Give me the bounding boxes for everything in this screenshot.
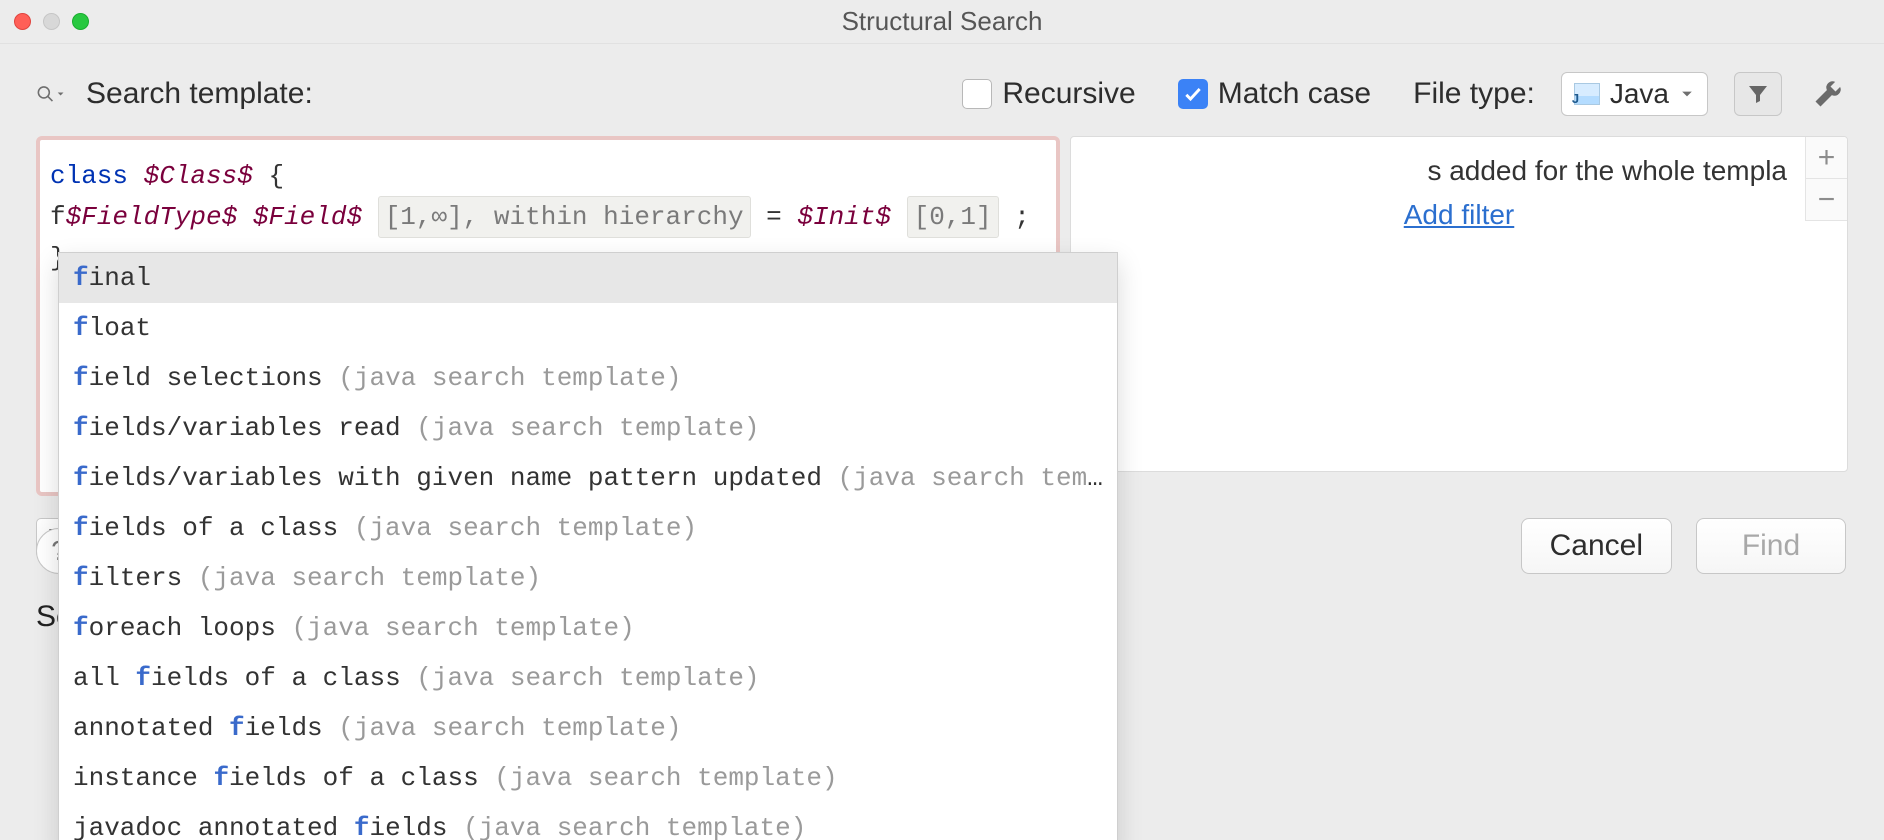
autocomplete-item[interactable]: fields of a class (java search template): [59, 503, 1117, 553]
checkbox-unchecked-icon: [962, 79, 992, 109]
match-case-label: Match case: [1218, 77, 1371, 111]
recursive-label: Recursive: [1002, 77, 1135, 111]
file-type-dropdown[interactable]: Java: [1561, 72, 1708, 116]
constraint-badge: [0,1]: [907, 196, 999, 238]
variable: $Field$: [253, 202, 362, 232]
autocomplete-item[interactable]: field selections (java search template): [59, 353, 1117, 403]
filter-toggle-button[interactable]: [1734, 72, 1782, 116]
search-icon[interactable]: [36, 80, 64, 108]
autocomplete-item[interactable]: all fields of a class (java search templ…: [59, 653, 1117, 703]
filters-panel: s added for the whole templa Add filter …: [1070, 136, 1848, 472]
cancel-button[interactable]: Cancel: [1521, 518, 1672, 574]
editor-line: class $Class$ {: [50, 156, 1046, 196]
autocomplete-item[interactable]: javadoc annotated fields (java search te…: [59, 803, 1117, 840]
autocomplete-popup: finalfloatfield selections (java search …: [58, 252, 1118, 840]
titlebar: Structural Search: [0, 0, 1884, 44]
autocomplete-item[interactable]: final: [59, 253, 1117, 303]
code-text: {: [268, 161, 284, 191]
funnel-icon: [1746, 82, 1770, 106]
file-type-label: File type:: [1413, 77, 1535, 111]
toolbar: Search template: Recursive Match case Fi…: [36, 70, 1848, 118]
variable: $Init$: [797, 202, 891, 232]
autocomplete-item[interactable]: instance fields of a class (java search …: [59, 753, 1117, 803]
autocomplete-item[interactable]: annotated fields (java search template): [59, 703, 1117, 753]
checkbox-checked-icon: [1178, 79, 1208, 109]
find-button[interactable]: Find: [1696, 518, 1846, 574]
constraint-badge: [1,∞], within hierarchy: [378, 196, 751, 238]
wrench-icon: [1813, 79, 1843, 109]
autocomplete-item[interactable]: foreach loops (java search template): [59, 603, 1117, 653]
add-filter-button[interactable]: +: [1805, 137, 1847, 179]
tools-button[interactable]: [1808, 74, 1848, 114]
add-filter-link[interactable]: Add filter: [1404, 199, 1515, 231]
filters-text: s added for the whole templa: [1085, 155, 1833, 187]
match-case-option[interactable]: Match case: [1178, 77, 1401, 111]
code-text: ;: [1014, 202, 1030, 232]
keyword: class: [50, 161, 128, 191]
chevron-down-icon: [1679, 88, 1695, 100]
remove-filter-button[interactable]: −: [1805, 179, 1847, 221]
dialog-content: Search template: Recursive Match case Fi…: [0, 44, 1884, 634]
recursive-option[interactable]: Recursive: [962, 77, 1165, 111]
search-template-label: Search template:: [86, 77, 313, 111]
zoom-window-button[interactable]: [72, 13, 89, 30]
variable: $Class$: [144, 161, 253, 191]
minimize-window-button[interactable]: [43, 13, 60, 30]
autocomplete-item[interactable]: filters (java search template): [59, 553, 1117, 603]
java-file-icon: [1574, 83, 1600, 105]
file-type-value: Java: [1610, 78, 1669, 110]
window-controls: [14, 13, 89, 30]
autocomplete-item[interactable]: fields/variables read (java search templ…: [59, 403, 1117, 453]
variable: $FieldType$: [66, 202, 238, 232]
autocomplete-item[interactable]: fields/variables with given name pattern…: [59, 453, 1117, 503]
editor-line: f$FieldType$ $Field$ [1,∞], within hiera…: [50, 196, 1046, 238]
code-text: =: [766, 202, 797, 232]
close-window-button[interactable]: [14, 13, 31, 30]
window-title: Structural Search: [0, 6, 1884, 37]
code-text: f: [50, 202, 66, 232]
autocomplete-item[interactable]: float: [59, 303, 1117, 353]
